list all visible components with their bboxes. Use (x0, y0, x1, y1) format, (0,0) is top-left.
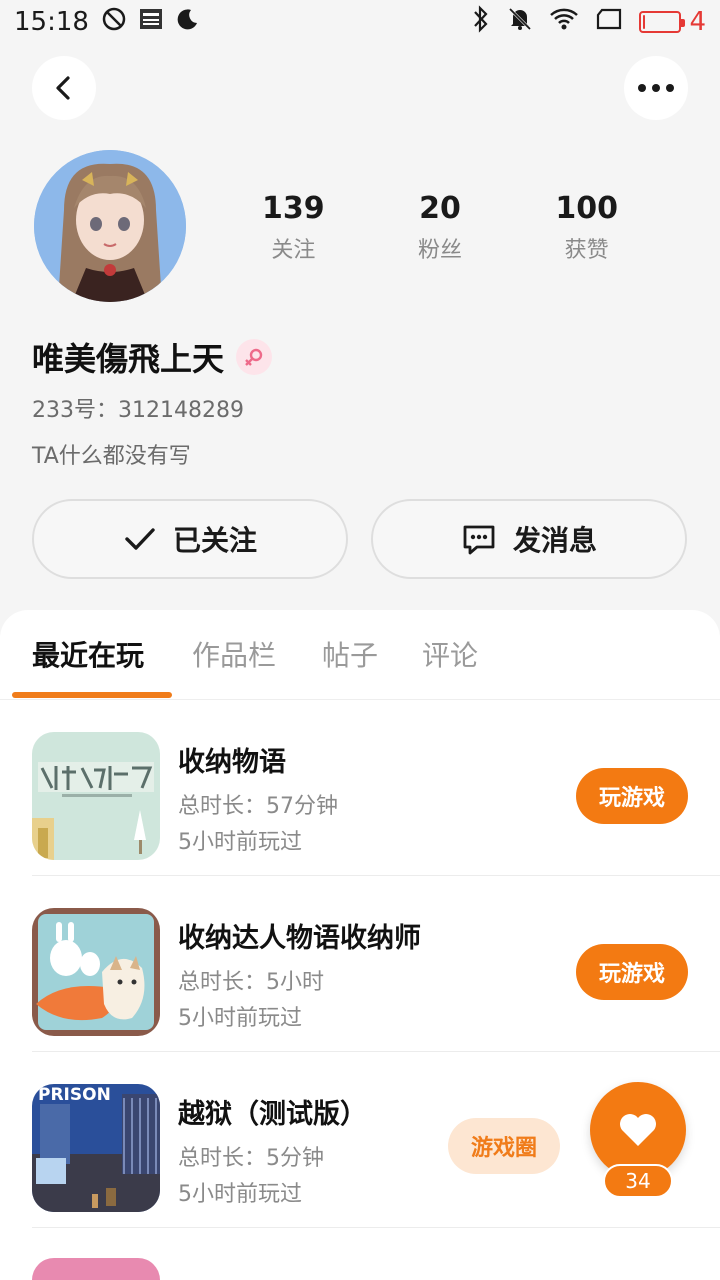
battery-level: 4 (689, 7, 706, 37)
prison-game-icon[interactable]: PRISON (32, 1084, 160, 1212)
tab-posts[interactable]: 帖子 (322, 634, 378, 674)
storage-master-game-icon[interactable] (32, 908, 160, 1036)
heart-icon (620, 1114, 656, 1146)
stat-followers[interactable]: 20 粉丝 (367, 190, 514, 264)
game-title: 收纳物语 (178, 747, 286, 778)
game-circle-button[interactable]: 游戏圈 (448, 1118, 560, 1174)
game-last-played: 5小时前玩过 (178, 830, 302, 855)
more-button[interactable] (624, 56, 688, 120)
send-message-button[interactable]: 发消息 (371, 499, 687, 579)
back-button[interactable] (32, 56, 96, 120)
tab-works[interactable]: 作品栏 (192, 634, 276, 674)
user-bio: TA什么都没有写 (32, 444, 191, 469)
wifi-icon (549, 7, 579, 38)
active-tab-indicator (12, 692, 172, 698)
checkmark-icon (125, 528, 155, 550)
female-gender-icon (236, 339, 273, 375)
game-row[interactable]: 收纳达人物语收纳师 总时长：5小时 5小时前玩过 玩游戏 (32, 876, 720, 1052)
storage-story-game-icon[interactable] (32, 732, 160, 860)
stat-label: 关注 (271, 238, 316, 263)
stat-label: 获赞 (564, 238, 609, 263)
chevron-left-icon (56, 76, 70, 100)
game-title: 收纳达人物语收纳师 (178, 923, 421, 954)
username: 唯美傷飛上天 (32, 340, 225, 378)
more-dots-icon (638, 84, 674, 92)
like-count: 34 (603, 1164, 673, 1198)
svg-text:PRISON: PRISON (38, 1085, 111, 1105)
mute-bell-icon (507, 6, 533, 39)
play-game-button[interactable]: 玩游戏 (576, 944, 688, 1000)
game-duration: 总时长：57分钟 (178, 794, 338, 819)
game-title: 越狱（测试版） (178, 1099, 367, 1130)
news-icon (139, 7, 163, 38)
play-game-button[interactable]: 玩游戏 (576, 768, 688, 824)
do-not-disturb-icon (101, 6, 127, 39)
stat-value: 100 (555, 191, 618, 226)
game-last-played: 5小时前玩过 (178, 1182, 302, 1207)
game-duration: 总时长：5小时 (178, 970, 324, 995)
followed-button[interactable]: 已关注 (32, 499, 348, 579)
user-id: 233号：312148289 (32, 398, 244, 423)
sim-card-icon (595, 7, 623, 38)
battery-fill (643, 15, 646, 29)
tab-comments[interactable]: 评论 (422, 634, 478, 674)
chat-bubble-icon (463, 525, 495, 555)
battery-icon (639, 11, 686, 33)
battery-indicator: 4 (639, 7, 706, 37)
tab-recently-played[interactable]: 最近在玩 (32, 634, 144, 674)
profile-stats: 139 关注 20 粉丝 100 获赞 (220, 190, 660, 264)
stat-likes[interactable]: 100 获赞 (513, 190, 660, 264)
status-bar: 15:18 4 (0, 0, 720, 44)
send-message-label: 发消息 (512, 524, 597, 557)
moon-icon (175, 7, 199, 38)
stat-following[interactable]: 139 关注 (220, 190, 367, 264)
username-row: 唯美傷飛上天 (32, 334, 273, 380)
status-time: 15:18 (14, 7, 89, 37)
tab-bar: 最近在玩 作品栏 帖子 评论 (0, 610, 720, 700)
game-duration: 总时长：5分钟 (178, 1146, 324, 1171)
avatar[interactable] (34, 150, 186, 302)
game-row[interactable]: 收纳物语 总时长：57分钟 5小时前玩过 玩游戏 (32, 700, 720, 876)
game-last-played: 5小时前玩过 (178, 1006, 302, 1031)
stat-label: 粉丝 (418, 238, 463, 263)
followed-label: 已关注 (172, 524, 257, 557)
next-game-icon (32, 1258, 160, 1280)
stat-value: 20 (419, 191, 461, 226)
bluetooth-icon (471, 4, 491, 40)
stat-value: 139 (262, 191, 325, 226)
